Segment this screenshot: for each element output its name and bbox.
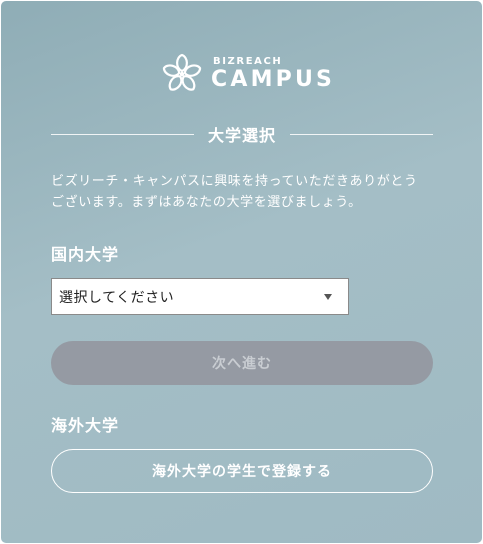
heading-divider-right [290,133,434,135]
logo-wordmark: BIZREACH CAMPUS [211,56,335,92]
university-selection-panel: BIZREACH CAMPUS 大学選択 ビズリーチ・キャンパスに興味を持ってい… [0,0,483,544]
intro-line-1: ビズリーチ・キャンパスに興味を持っていただきありがとう [51,174,418,189]
section-heading: 大学選択 [51,123,434,145]
overseas-university-label: 海外大学 [51,416,120,435]
section-heading-label: 大学選択 [208,126,277,145]
register-overseas-button[interactable]: 海外大学の学生で登録する [51,449,433,493]
domestic-university-label: 国内大学 [51,245,120,264]
domestic-university-select[interactable]: 選択してください [51,278,349,315]
flower-logo-icon [162,53,202,91]
caret-down-icon [324,294,332,300]
heading-divider-left [51,133,194,135]
bizreach-campus-logo: BIZREACH CAMPUS [161,52,335,96]
logo-main-text: CAMPUS [211,67,336,92]
select-current-value: 選択してください [59,289,175,306]
intro-text: ビズリーチ・キャンパスに興味を持っていただきありがとう ございます。まずはあなた… [51,171,441,213]
next-button[interactable]: 次へ進む [51,341,433,385]
intro-line-2: ございます。まずはあなたの大学を選びましょう。 [51,195,362,210]
